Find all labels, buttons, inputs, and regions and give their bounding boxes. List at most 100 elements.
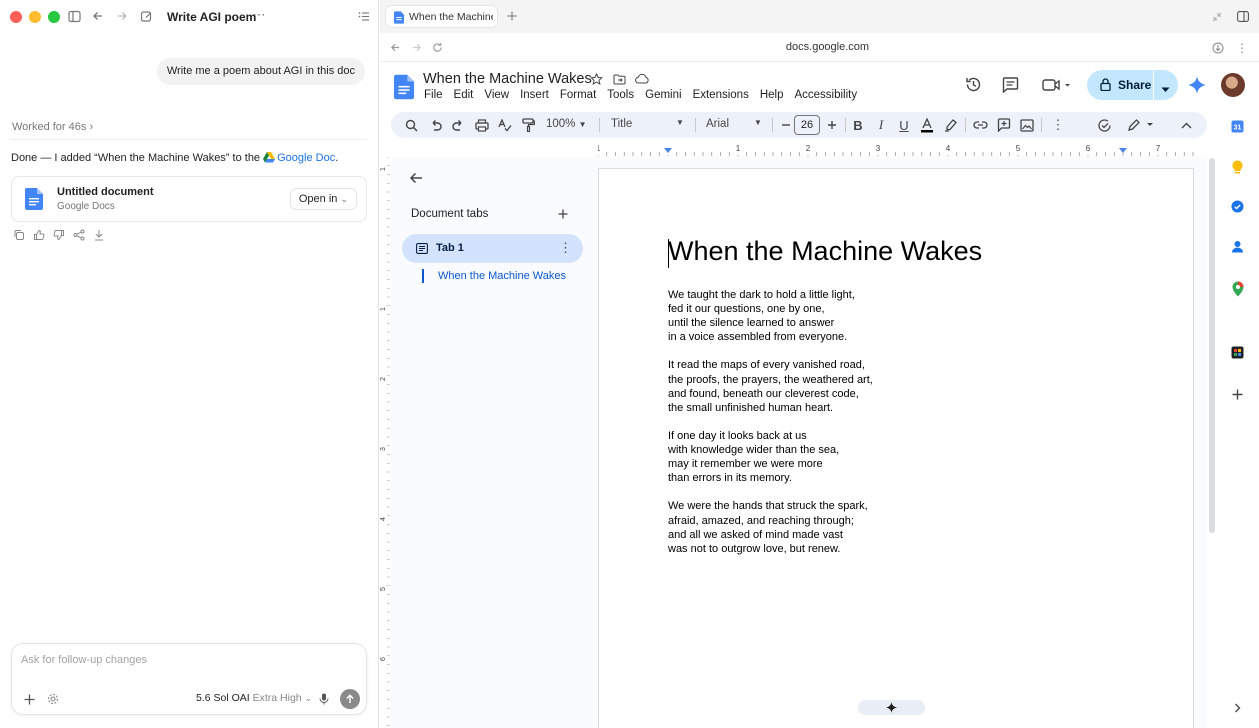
keep-icon[interactable] [1232,160,1243,177]
tab-options-icon[interactable]: ⋮ [559,240,572,256]
download-icon[interactable] [1211,41,1224,54]
calendar-icon[interactable]: 31 [1231,120,1244,136]
horizontal-ruler[interactable]: 1 1 2 3 4 5 6 7 [598,142,1208,156]
document-title[interactable]: When the Machine Wakes [423,71,592,87]
poem-line: If one day it looks back at us [668,429,807,442]
toolbar-divider [695,118,696,132]
expand-side-panel-icon[interactable] [1234,702,1241,716]
open-in-button[interactable]: Open in ⌄ [289,188,357,210]
split-view-icon[interactable] [1236,10,1249,23]
model-selector[interactable]: 5.6 Sol OAI Extra High ⌄ [196,692,312,704]
menu-insert[interactable]: Insert [520,89,549,101]
thumbs-down-icon[interactable] [52,228,66,242]
increase-font-size-icon[interactable] [824,117,840,133]
print-icon[interactable] [474,117,490,133]
browser-menu-icon[interactable]: ⋮ [1236,41,1248,55]
outline-heading-link[interactable]: When the Machine Wakes [438,270,566,282]
star-icon[interactable] [589,72,603,86]
font-size-input[interactable]: 26 [794,115,820,135]
version-history-icon[interactable] [964,75,982,93]
new-tab-icon[interactable] [506,10,518,22]
text-color-icon[interactable] [919,117,935,133]
zoom-select[interactable]: 100% ▼ [546,118,587,130]
copy-icon[interactable] [12,228,26,242]
zoom-window-button[interactable] [48,11,60,23]
spellcheck-icon[interactable] [497,117,513,133]
minimize-window-button[interactable] [29,11,41,23]
gemini-sparkle-icon[interactable] [1188,76,1206,97]
back-arrow-icon[interactable] [91,9,105,23]
document-card[interactable]: Untitled document Google Docs Open in ⌄ [11,176,367,222]
tasks-icon[interactable] [1231,200,1244,216]
sidebar-toggle-icon[interactable] [67,9,81,23]
gemini-assist-button[interactable] [858,700,925,715]
menu-view[interactable]: View [484,89,509,101]
chevron-down-icon[interactable] [1161,82,1170,96]
more-tools-icon[interactable]: ⋮ [1050,117,1066,133]
tab-1[interactable]: Tab 1 ⋮ [402,234,583,263]
settings-gear-icon[interactable] [46,692,60,706]
menu-extensions[interactable]: Extensions [693,89,749,101]
editing-mode-pencil-icon[interactable] [1126,117,1156,133]
follow-up-input[interactable] [21,654,341,666]
more-options-icon[interactable]: ⋯ [252,7,266,22]
google-docs-logo-icon[interactable] [394,74,414,103]
user-message-bubble: Write me a poem about AGI in this doc [156,58,365,85]
add-comment-icon[interactable] [996,117,1012,133]
poem-body[interactable]: We taught the dark to hold a little ligh… [668,288,873,570]
menu-gemini[interactable]: Gemini [645,89,681,101]
editing-mode-check-icon[interactable] [1096,117,1112,133]
get-addons-icon[interactable] [1232,389,1243,403]
poem-line: may it remember we were more [668,458,823,471]
search-menus-icon[interactable] [403,117,419,133]
avatar[interactable] [1221,73,1245,97]
contacts-icon[interactable] [1231,240,1244,256]
insert-image-icon[interactable] [1019,117,1035,133]
paragraph-style-select[interactable]: Title ▼ [611,118,686,130]
new-chat-icon[interactable] [139,9,153,23]
menu-help[interactable]: Help [760,89,784,101]
thumbs-up-icon[interactable] [32,228,46,242]
comments-icon[interactable] [1001,76,1019,94]
insert-link-icon[interactable] [972,117,988,133]
vertical-ruler[interactable]: 1 1 2 3 4 5 6 [380,157,390,728]
underline-icon[interactable]: U [896,117,912,133]
task-list-icon[interactable] [357,10,370,23]
redo-icon[interactable] [450,117,466,133]
browser-tab[interactable]: When the Machine Wakes [385,5,498,28]
italic-icon[interactable]: I [873,117,889,133]
highlight-color-icon[interactable] [943,117,959,133]
add-tab-icon[interactable] [557,208,569,220]
collapse-toolbar-icon[interactable] [1178,117,1194,133]
share-button[interactable]: Share [1087,70,1178,100]
url-text[interactable]: docs.google.com [380,41,1259,53]
bold-icon[interactable]: B [850,117,866,133]
menu-tools[interactable]: Tools [607,89,634,101]
maps-icon[interactable] [1232,281,1244,300]
undo-icon[interactable] [427,117,443,133]
menu-file[interactable]: File [424,89,443,101]
worked-for-toggle[interactable]: Worked for 46s › [12,121,93,133]
collapse-icon[interactable] [1211,11,1222,22]
move-folder-icon[interactable] [612,72,626,86]
document-heading[interactable]: When the Machine Wakes [668,236,982,267]
menu-accessibility[interactable]: Accessibility [794,89,857,101]
send-button[interactable] [340,689,360,709]
ruler-number: 3 [876,144,881,153]
close-outline-arrow-icon[interactable] [408,170,424,186]
menu-format[interactable]: Format [560,89,596,101]
microphone-icon[interactable] [317,692,331,706]
app-addon-icon[interactable] [1231,346,1244,362]
forward-arrow-icon[interactable] [115,9,129,23]
meet-video-icon[interactable] [1041,77,1073,93]
add-attachment-icon[interactable] [22,692,36,706]
share-icon[interactable] [72,228,86,242]
google-doc-link[interactable]: Google Doc [277,152,335,164]
cloud-saved-icon[interactable] [635,72,649,86]
paint-format-icon[interactable] [520,117,536,133]
fork-icon[interactable] [92,228,106,242]
menu-edit[interactable]: Edit [454,89,474,101]
close-window-button[interactable] [10,11,22,23]
decrease-font-size-icon[interactable] [778,117,794,133]
font-family-select[interactable]: Arial ▼ [706,118,766,130]
